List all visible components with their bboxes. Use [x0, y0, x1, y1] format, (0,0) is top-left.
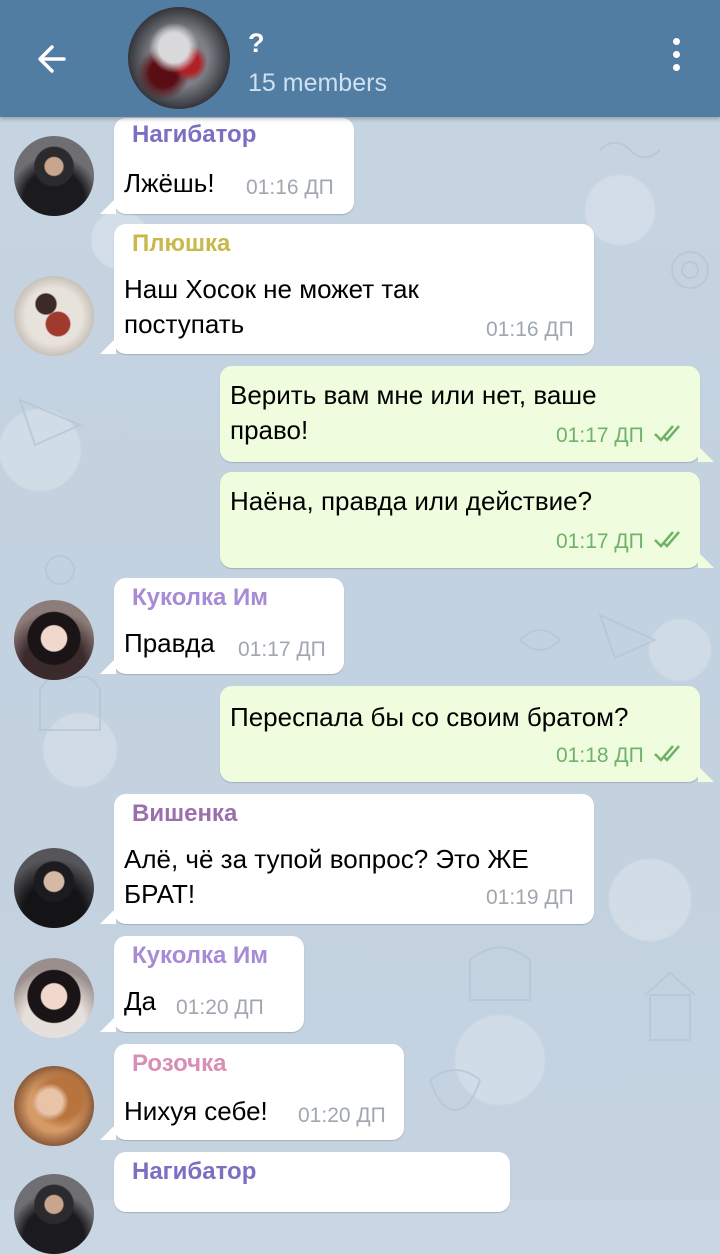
more-vertical-icon-dot [672, 51, 680, 58]
arrow-left-icon [38, 45, 66, 73]
message-time: 01:20 ДП [176, 996, 264, 1019]
members-count[interactable]: 15 members [248, 69, 387, 98]
avatar[interactable] [14, 276, 94, 356]
bubble-tail [100, 338, 116, 354]
message-time: 01:16 ДП [246, 176, 334, 199]
message-text: Да [124, 986, 157, 1016]
message-text: Лжёшь! [124, 168, 215, 198]
bubble-tail [100, 658, 116, 674]
sender-name[interactable]: Нагибатор [132, 1158, 256, 1186]
sender-name[interactable]: Нагибатор [132, 121, 256, 149]
message-bubble[interactable]: Вишенка Алё, чё за тупой вопрос? Это ЖЕ … [114, 794, 594, 924]
avatar[interactable] [14, 958, 94, 1038]
bubble-tail [698, 552, 714, 568]
message-bubble[interactable]: Куколка Им Да 01:20 ДП [114, 936, 304, 1032]
sender-name[interactable]: Куколка Им [132, 584, 268, 612]
message-text: Нихуя себе! [124, 1096, 268, 1126]
bubble-tail [100, 908, 116, 924]
message-time: 01:17 ДП [556, 530, 644, 553]
avatar[interactable] [14, 1066, 94, 1146]
message-bubble[interactable]: Нагибатор Лжёшь! 01:16 ДП [114, 118, 354, 214]
message-text: Переспала бы со своим братом? [230, 702, 629, 732]
message-time: 01:16 ДП [486, 318, 574, 341]
bubble-tail [698, 446, 714, 462]
message-bubble[interactable]: Плюшка Наш Хосок не может так поступать … [114, 224, 594, 354]
sender-name[interactable]: Вишенка [132, 800, 237, 828]
sender-name[interactable]: Плюшка [132, 230, 230, 258]
message-bubble-outgoing[interactable]: Переспала бы со своим братом? 01:18 ДП [220, 686, 700, 782]
bubble-tail [100, 198, 116, 214]
double-check-icon [654, 531, 680, 548]
message-bubble[interactable]: Куколка Им Правда 01:17 ДП [114, 578, 344, 674]
more-menu-button[interactable] [664, 38, 688, 78]
message-time: 01:17 ДП [238, 638, 326, 661]
bubble-tail [100, 1124, 116, 1140]
message-text: Наш Хосок не может так поступать [124, 274, 419, 339]
avatar[interactable] [14, 136, 94, 216]
message-bubble[interactable]: Нагибатор [114, 1152, 510, 1212]
bubble-tail [698, 766, 714, 782]
message-time: 01:17 ДП [556, 424, 644, 447]
double-check-icon [654, 425, 680, 442]
bubble-tail [100, 1016, 116, 1032]
message-bubble-outgoing[interactable]: Верить вам мне или нет, ваше право! 01:1… [220, 366, 700, 462]
back-button[interactable] [30, 38, 78, 80]
group-avatar[interactable] [128, 7, 230, 109]
message-time: 01:19 ДП [486, 886, 574, 909]
more-vertical-icon [672, 38, 680, 45]
chat-header: ? 15 members [0, 0, 720, 117]
sender-name[interactable]: Розочка [132, 1050, 226, 1078]
chat-title[interactable]: ? [248, 28, 265, 59]
message-bubble[interactable]: Розочка Нихуя себе! 01:20 ДП [114, 1044, 404, 1140]
message-text: Наёна, правда или действие? [230, 486, 593, 516]
message-time: 01:18 ДП [556, 744, 644, 767]
message-bubble-outgoing[interactable]: Наёна, правда или действие? 01:17 ДП [220, 472, 700, 568]
double-check-icon [654, 745, 680, 762]
avatar[interactable] [14, 1174, 94, 1254]
avatar[interactable] [14, 600, 94, 680]
sender-name[interactable]: Куколка Им [132, 942, 268, 970]
message-text: Правда [124, 628, 215, 658]
avatar[interactable] [14, 848, 94, 928]
more-vertical-icon-dot [672, 64, 680, 71]
message-time: 01:20 ДП [298, 1104, 386, 1127]
